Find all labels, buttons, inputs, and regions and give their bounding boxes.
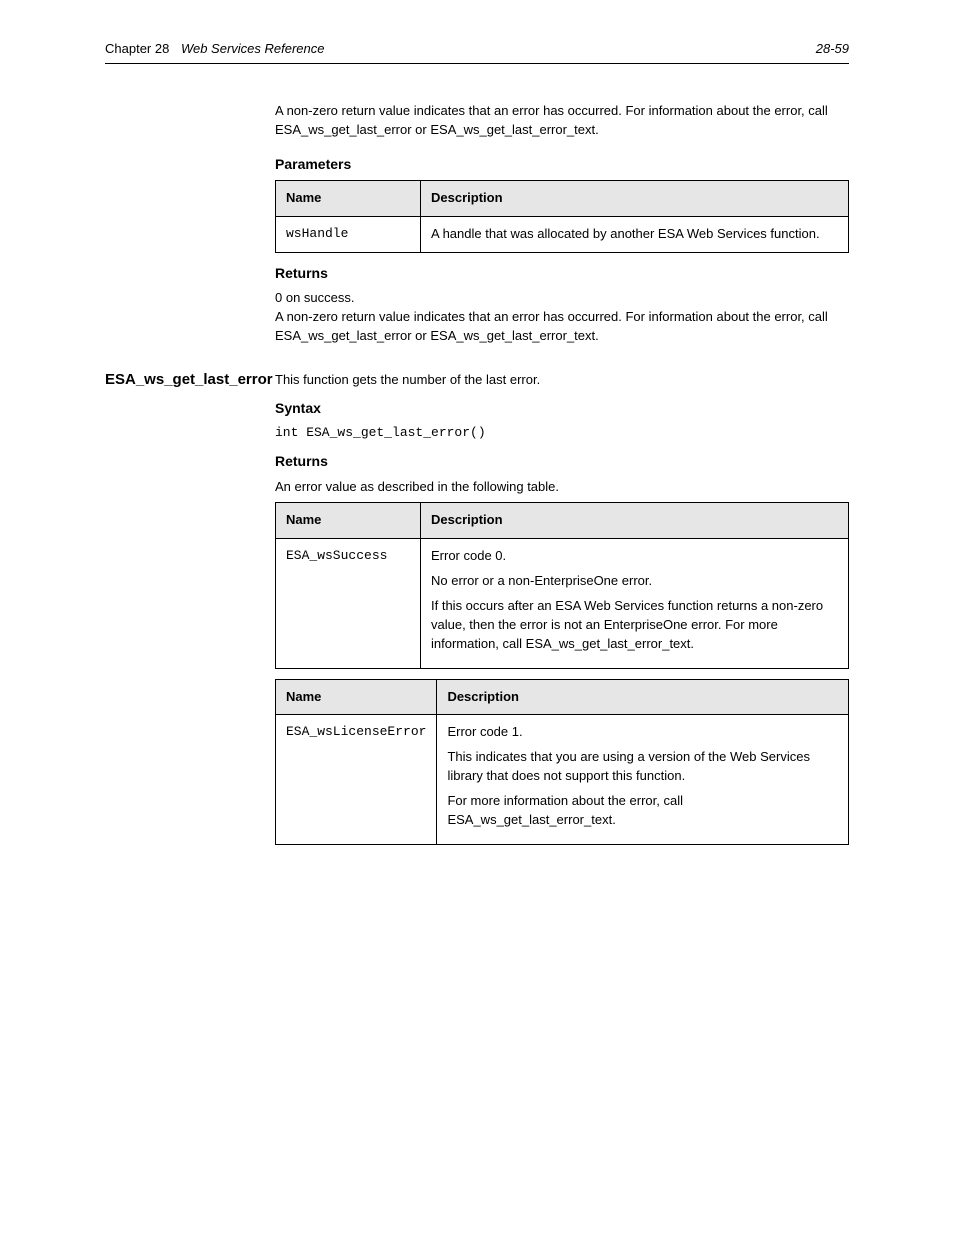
section-label: ESA_ws_get_last_error	[105, 371, 275, 390]
returns-body-2: An error value as described in the follo…	[275, 478, 849, 497]
th-description: Description	[421, 503, 849, 539]
th-name: Name	[276, 503, 421, 539]
table-header-row: Name Description	[276, 503, 849, 539]
returns-body: 0 on success. A non-zero return value in…	[275, 289, 849, 346]
error-table-success: Name Description ESA_wsSuccess Error cod…	[275, 502, 849, 668]
error-table-license: Name Description ESA_wsLicenseError Erro…	[275, 679, 849, 845]
th-description: Description	[437, 679, 849, 715]
error-name: ESA_wsLicenseError	[276, 715, 437, 844]
chapter-title: Web Services Reference	[181, 41, 325, 56]
error-desc-line: For more information about the error, ca…	[447, 792, 838, 830]
table-row: ESA_wsLicenseError Error code 1. This in…	[276, 715, 849, 844]
section-get-last-error: ESA_ws_get_last_error This function gets…	[105, 371, 849, 854]
error-desc-line: If this occurs after an ESA Web Services…	[431, 597, 838, 654]
error-desc: Error code 1. This indicates that you ar…	[437, 715, 849, 844]
table-row: wsHandle A handle that was allocated by …	[276, 216, 849, 252]
param-name: wsHandle	[276, 216, 421, 252]
syntax-heading: Syntax	[275, 398, 849, 418]
error-desc-line: No error or a non-EnterpriseOne error.	[431, 572, 838, 591]
running-header: Chapter 28 Web Services Reference 28-59	[105, 40, 849, 64]
error-desc-line: This indicates that you are using a vers…	[447, 748, 838, 786]
th-name: Name	[276, 679, 437, 715]
th-name: Name	[276, 180, 421, 216]
table-row: ESA_wsSuccess Error code 0. No error or …	[276, 539, 849, 668]
returns-heading: Returns	[275, 263, 849, 283]
returns-heading-2: Returns	[275, 451, 849, 471]
error-desc: Error code 0. No error or a non-Enterpri…	[421, 539, 849, 668]
error-desc-line: Error code 1.	[447, 723, 838, 742]
chapter-number: Chapter 28	[105, 41, 169, 56]
page-number: 28-59	[816, 40, 849, 59]
th-description: Description	[421, 180, 849, 216]
param-desc: A handle that was allocated by another E…	[421, 216, 849, 252]
syntax-code: int ESA_ws_get_last_error()	[275, 424, 849, 443]
parameters-table-free-handle: Name Description wsHandle A handle that …	[275, 180, 849, 253]
parameters-heading: Parameters	[275, 154, 849, 174]
error-name: ESA_wsSuccess	[276, 539, 421, 668]
error-desc-line: Error code 0.	[431, 547, 838, 566]
table-header-row: Name Description	[276, 180, 849, 216]
table-header-row: Name Description	[276, 679, 849, 715]
section-paragraph: This function gets the number of the las…	[275, 371, 849, 390]
section-intro: A non-zero return value indicates that a…	[275, 102, 849, 140]
